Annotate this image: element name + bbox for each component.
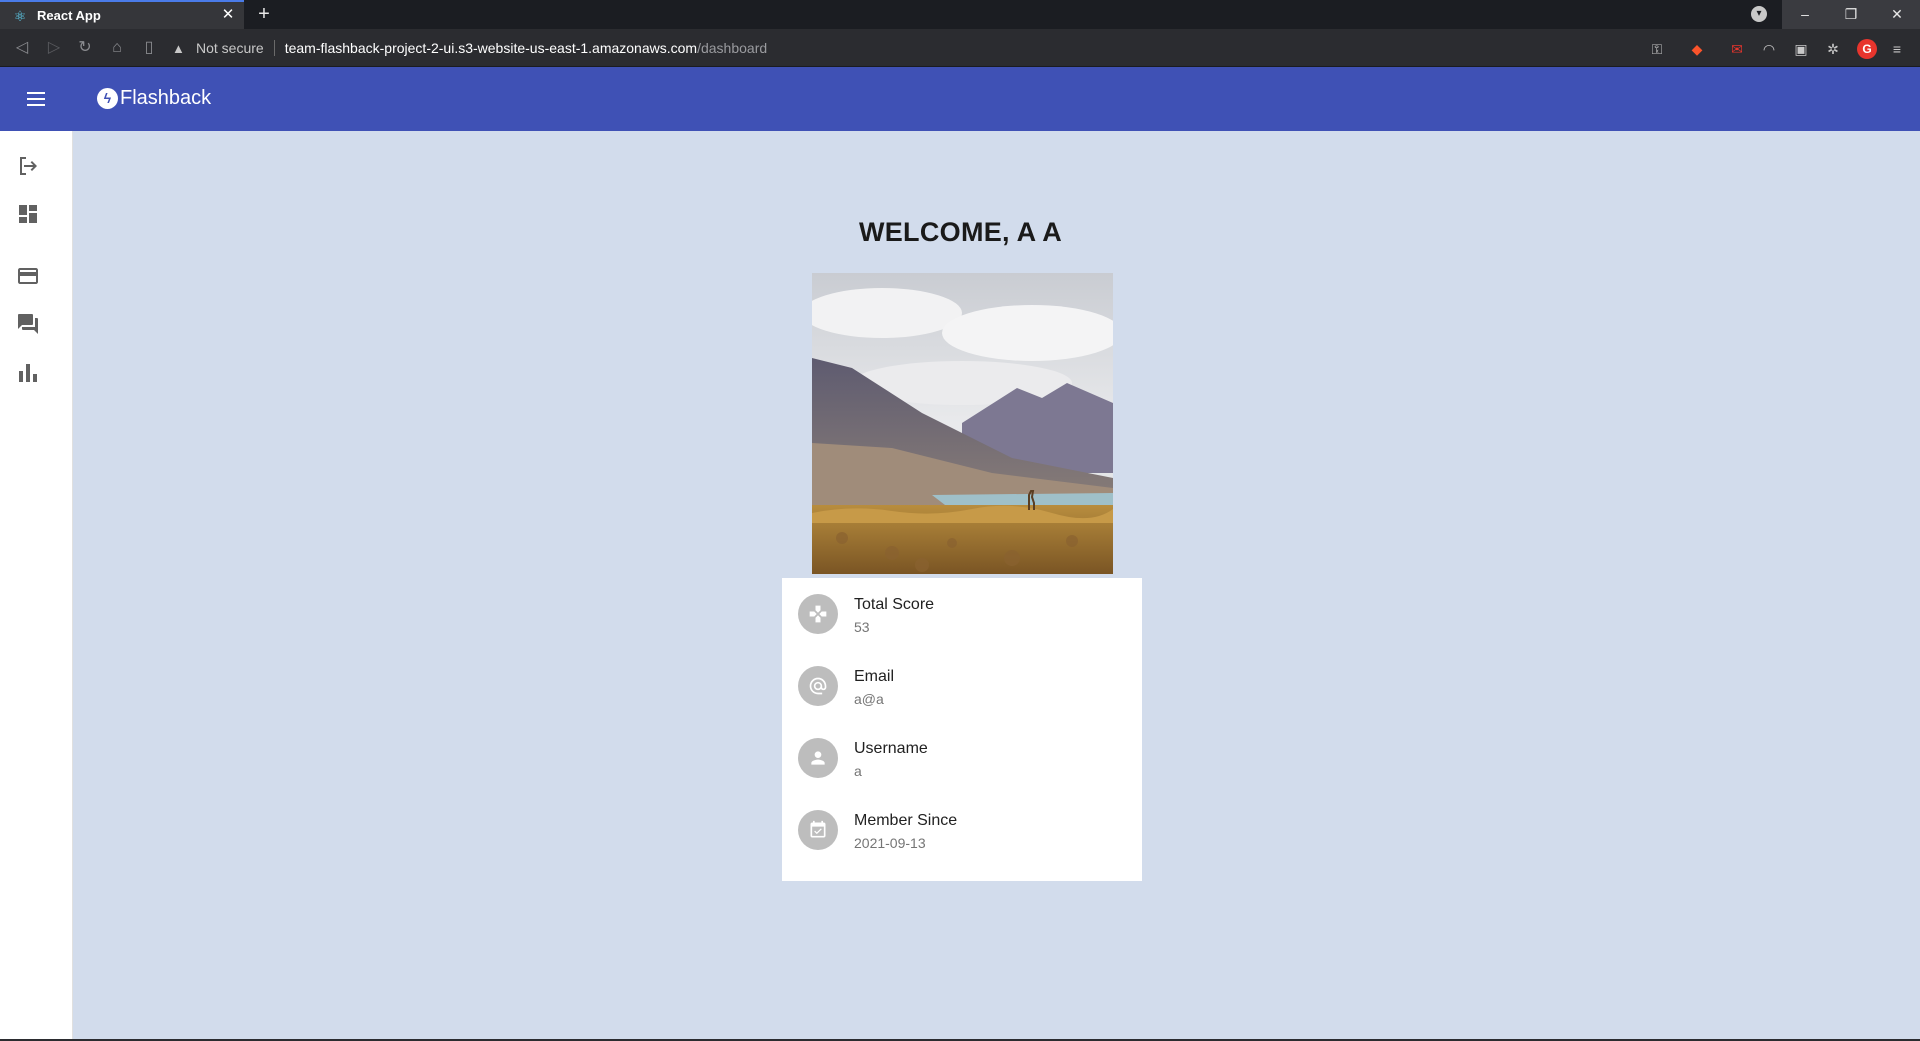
person-icon <box>798 738 838 778</box>
list-item-total-score: Total Score 53 <box>782 578 1142 650</box>
page-title: WELCOME, A A <box>858 217 1063 247</box>
dashboard-main: WELCOME, A A Total Score 53 Email a@a Us… <box>73 131 1920 1041</box>
browser-toolbar: ◁ ▷ ↻ ⌂ ▯ ▲ Not secure team-flashback-pr… <box>0 29 1920 67</box>
window-close-button[interactable]: ✕ <box>1874 0 1920 29</box>
url-separator <box>273 40 275 56</box>
info-label: Total Score <box>854 596 935 613</box>
list-item-member-since: Member Since 2021-09-13 <box>782 794 1142 866</box>
security-label: Not secure <box>196 40 264 56</box>
info-value: a <box>854 763 862 779</box>
tab-title: React App <box>37 8 101 23</box>
forward-icon[interactable]: ▷ <box>44 38 64 58</box>
logout-icon[interactable] <box>16 154 40 178</box>
profile-image <box>812 273 1113 574</box>
warning-icon: ▲ <box>172 40 185 56</box>
info-value: 2021-09-13 <box>854 835 926 851</box>
list-item-username: Username a <box>782 722 1142 794</box>
info-label: Member Since <box>854 812 958 829</box>
address-bar[interactable]: ▲ Not secure team-flashback-project-2-ui… <box>172 34 1652 62</box>
gamepad-icon <box>798 594 838 634</box>
sidebar <box>0 131 73 1041</box>
info-label: Username <box>854 740 928 757</box>
home-icon[interactable]: ⌂ <box>107 38 127 58</box>
forum-icon[interactable] <box>16 312 40 336</box>
brave-shield-icon[interactable]: ◆ <box>1688 40 1706 58</box>
info-label: Email <box>854 668 895 685</box>
restore-button[interactable]: ❐ <box>1828 0 1874 29</box>
url-host: team-flashback-project-2-ui.s3-website-u… <box>284 40 698 56</box>
hamburger-menu-icon[interactable] <box>24 87 48 111</box>
browser-menu-icon[interactable]: ≡ <box>1888 40 1906 58</box>
react-icon: ⚛ <box>13 7 27 24</box>
new-tab-button[interactable]: + <box>254 4 274 24</box>
info-value: 53 <box>854 619 870 635</box>
mail-extension-icon[interactable]: ✉ <box>1728 40 1746 58</box>
extensions-puzzle-icon[interactable]: ✲ <box>1824 40 1842 58</box>
browser-tab-strip: ⚛ React App ✕ + ▾ – ❐ ✕ <box>0 0 1920 29</box>
rainbow-extension-icon[interactable]: ◠ <box>1760 40 1778 58</box>
list-item-email: Email a@a <box>782 650 1142 722</box>
media-icon[interactable]: ▣ <box>1792 40 1810 58</box>
key-icon[interactable]: ⚿ <box>1648 40 1666 58</box>
lightning-bolt-icon: ϟ <box>97 88 118 109</box>
url-path: /dashboard <box>697 40 768 56</box>
info-value: a@a <box>854 691 884 707</box>
back-icon[interactable]: ◁ <box>12 38 32 58</box>
reload-icon[interactable]: ↻ <box>75 38 95 58</box>
dashboard-icon[interactable] <box>16 202 40 226</box>
profile-avatar[interactable]: G <box>1857 39 1877 59</box>
bar-chart-icon[interactable] <box>16 361 40 385</box>
user-info-card: Total Score 53 Email a@a Username a Memb… <box>782 578 1142 881</box>
credit-card-icon[interactable] <box>16 264 40 288</box>
app-bar: ϟ Flashback <box>0 67 1920 131</box>
at-sign-icon <box>798 666 838 706</box>
brand[interactable]: ϟ Flashback <box>97 87 211 110</box>
minimize-button[interactable]: – <box>1782 0 1828 29</box>
browser-tab[interactable]: ⚛ React App ✕ <box>0 0 244 29</box>
tab-search-icon[interactable]: ▾ <box>1751 6 1767 22</box>
brand-name: Flashback <box>120 87 212 109</box>
bookmark-icon[interactable]: ▯ <box>139 38 159 58</box>
calendar-check-icon <box>798 810 838 850</box>
close-tab-icon[interactable]: ✕ <box>220 7 236 23</box>
